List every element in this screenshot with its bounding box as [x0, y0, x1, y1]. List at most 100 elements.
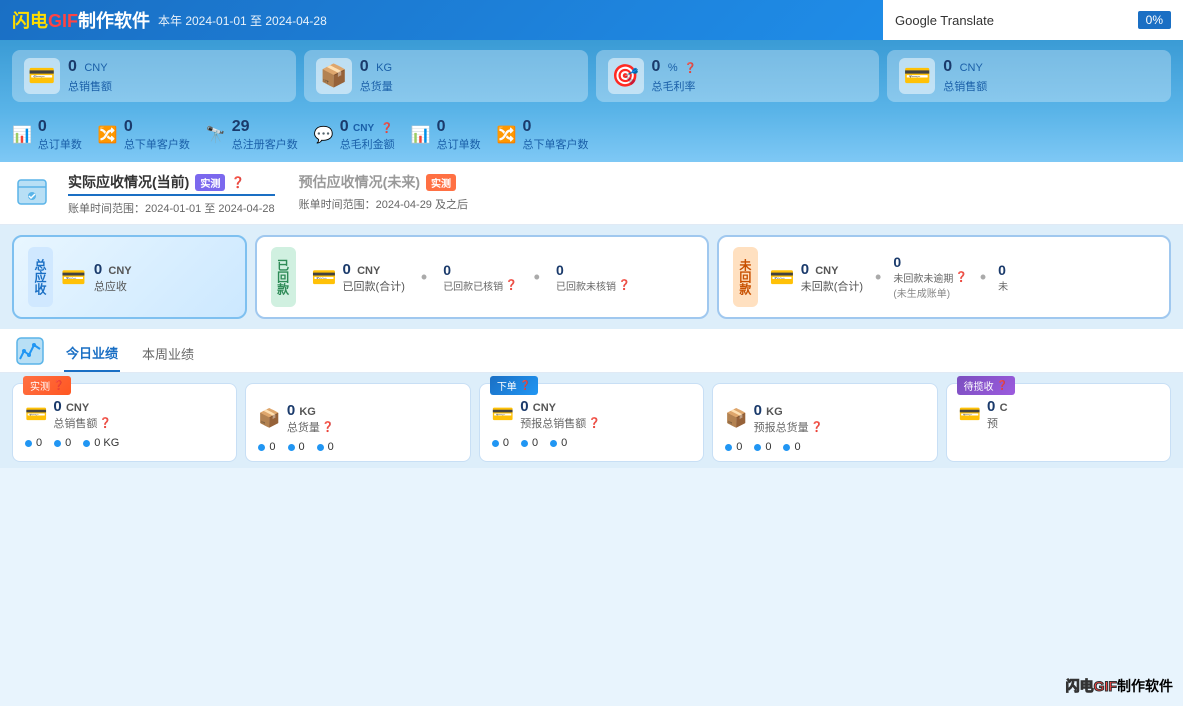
returned-icon: 💳: [312, 265, 337, 290]
metric-icon-2: 📦: [258, 408, 280, 429]
blue-dot: [317, 444, 324, 451]
dot-item-3b: 0: [521, 437, 538, 449]
blue-dot: [288, 444, 295, 451]
metric-val-2: 0 KG: [287, 402, 334, 419]
customers2-label: 总下单客户数: [523, 136, 589, 152]
blue-dot: [521, 440, 528, 447]
dot-item-3a: 0: [492, 437, 509, 449]
metric-main-2: 📦 0 KG 总货量 ❓: [258, 402, 457, 435]
date-range: 本年 2024-01-01 至 2024-04-28: [158, 12, 327, 29]
watermark: 闪电GIF制作软件: [1066, 676, 1173, 696]
orders2-label: 总订单数: [437, 136, 481, 152]
metric-card-1: 实测 ❓ 💳 0 CNY 总销售额 ❓ 0 0 0 KG: [12, 383, 237, 462]
reg-val: 29: [232, 118, 250, 136]
returned-unverified-val: 0: [556, 262, 564, 278]
total-recv-inner: 0 CNY 总应收: [94, 261, 132, 294]
perf-tab-week[interactable]: 本周业绩: [140, 338, 196, 371]
question-icon-m2: ❓: [322, 422, 334, 433]
mini-row2: 🔀 0 总下单客户数: [98, 118, 190, 152]
unreturned-extra2-val: 0: [998, 262, 1006, 278]
sales-value: 0 CNY: [68, 58, 112, 76]
unreturned-icon: 💳: [770, 265, 795, 290]
metric-card-2: 📦 0 KG 总货量 ❓ 0 0 0: [245, 383, 470, 462]
margin-label: 总毛利率: [652, 78, 697, 94]
profit-label: 总毛利金额: [340, 136, 395, 152]
stat-card-margin: 🎯 0 % ❓ 总毛利率: [596, 50, 880, 102]
unreturned-main: 💳 0 CNY 未回款(合计): [770, 261, 863, 294]
dot-item-3c: 0: [550, 437, 567, 449]
unreturned-notoverdue-label: 未回款未逾期 ❓: [893, 270, 967, 285]
perf-section: 今日业绩 本周业绩: [0, 329, 1183, 373]
returned-main: 💳 0 CNY 已回款(合计): [312, 261, 405, 294]
metric-icon-5: 💳: [959, 404, 981, 425]
returned-unverified-label: 已回款未核销 ❓: [556, 278, 630, 293]
metric-card-4: 📦 0 KG 预报总货量 ❓ 0 0 0: [712, 383, 937, 462]
translate-pct: 0%: [1138, 11, 1171, 29]
recv-tab-future[interactable]: 预估应收情况(未来) 实测 账单时间范围：2024-04-29 及之后: [299, 172, 468, 216]
metric-icon-3: 💳: [492, 404, 514, 425]
metric-main-1: 💳 0 CNY 总销售额 ❓: [25, 398, 224, 431]
sep4: •: [980, 267, 986, 288]
recv-tab-future-title: 预估应收情况(未来) 实测: [299, 172, 468, 192]
sep3: •: [875, 267, 881, 288]
metric-icon-4: 📦: [725, 408, 747, 429]
returned-label: 已回款: [271, 247, 296, 307]
metric-main-5: 💳 0 C 预: [959, 398, 1158, 431]
blue-dot: [492, 440, 499, 447]
metric-badge-3: 下单 ❓: [490, 376, 538, 395]
returned-verified: 0 已回款已核销 ❓: [443, 262, 517, 293]
total-recv-label: 总应收: [28, 247, 53, 307]
metric-label-1: 总销售额 ❓: [53, 415, 111, 431]
metric-main-3: 💳 0 CNY 预报总销售额 ❓: [492, 398, 691, 431]
metric-label-2: 总货量 ❓: [287, 419, 334, 435]
question-icon-m4: ❓: [811, 422, 823, 433]
customers-icon: 🔀: [98, 125, 118, 145]
reg-icon: 🔭: [206, 125, 226, 145]
recv-tabs: 实际应收情况(当前) 实测 ❓ 账单时间范围：2024-01-01 至 2024…: [68, 172, 468, 216]
recv-icon: [16, 176, 48, 215]
blue-dot: [54, 440, 61, 447]
recv-tab-current-date: 账单时间范围：2024-01-01 至 2024-04-28: [68, 200, 275, 216]
unreturned-notoverdue: 0 未回款未逾期 ❓ (未生成账单): [893, 254, 967, 300]
total-recv-value: 0 CNY: [94, 261, 132, 278]
metric-info-3: 0 CNY 预报总销售额 ❓: [520, 398, 600, 431]
mini-row3: 🔭 29 总注册客户数: [206, 118, 298, 152]
question-icon-margin: ❓: [684, 63, 696, 74]
unreturned-extra2: 0 未: [998, 262, 1008, 293]
stat-info-sales2: 0 CNY 总销售额: [943, 58, 987, 94]
top-stats-section: 💳 0 CNY 总销售额 📦 0 KG 总货量 🎯: [0, 40, 1183, 112]
blue-dot: [550, 440, 557, 447]
metric-badge-5: 待揽收 ❓: [957, 376, 1015, 395]
dot-item-1b: 0: [54, 437, 71, 449]
dot-item-1a: 0: [25, 437, 42, 449]
stat-card-weight: 📦 0 KG 总货量: [304, 50, 588, 102]
sales2-icon: 💳: [899, 58, 935, 94]
stat-card-sales2: 💳 0 CNY 总销售额: [887, 50, 1171, 102]
question-icon-m3: ❓: [588, 418, 600, 429]
metric-main-4: 📦 0 KG 预报总货量 ❓: [725, 402, 924, 435]
perf-tab-today[interactable]: 今日业绩: [64, 337, 120, 372]
dot-item-1c: 0 KG: [83, 437, 119, 449]
recv-tab-current[interactable]: 实际应收情况(当前) 实测 ❓ 账单时间范围：2024-01-01 至 2024…: [68, 172, 275, 216]
metric-label-5: 预: [987, 415, 1007, 431]
unreturned-notoverdue-sub: (未生成账单): [893, 285, 950, 300]
google-translate-label: Google Translate: [895, 13, 1138, 28]
margin-icon: 🎯: [608, 58, 644, 94]
returned-unverified: 0 已回款未核销 ❓: [556, 262, 630, 293]
title-flash: 闪电: [12, 11, 48, 31]
mini-stat-profit: 0 CNY ❓ 总毛利金额: [340, 118, 395, 152]
returned-sublabel: 已回款(合计): [343, 278, 405, 294]
orders-icon: 📊: [12, 125, 32, 145]
dot-item-2a: 0: [258, 441, 275, 453]
stat-card-sales: 💳 0 CNY 总销售额: [12, 50, 296, 102]
recv-tab-future-date: 账单时间范围：2024-04-29 及之后: [299, 196, 468, 212]
weight-label: 总货量: [360, 78, 393, 94]
top-bar-left: 闪电GIF制作软件 本年 2024-01-01 至 2024-04-28: [12, 7, 327, 33]
question-icon-recv1: ❓: [231, 176, 245, 189]
metric-label-3: 预报总销售额 ❓: [520, 415, 600, 431]
customers-val: 0: [124, 118, 133, 136]
returned-verified-val: 0: [443, 262, 451, 278]
stat-info-weight: 0 KG 总货量: [360, 58, 393, 94]
mini-stat-customers: 0 总下单客户数: [124, 118, 190, 152]
unreturned-card: 未回款 💳 0 CNY 未回款(合计) • 0 未回款未逾期 ❓ (未生成账单)…: [717, 235, 1171, 319]
